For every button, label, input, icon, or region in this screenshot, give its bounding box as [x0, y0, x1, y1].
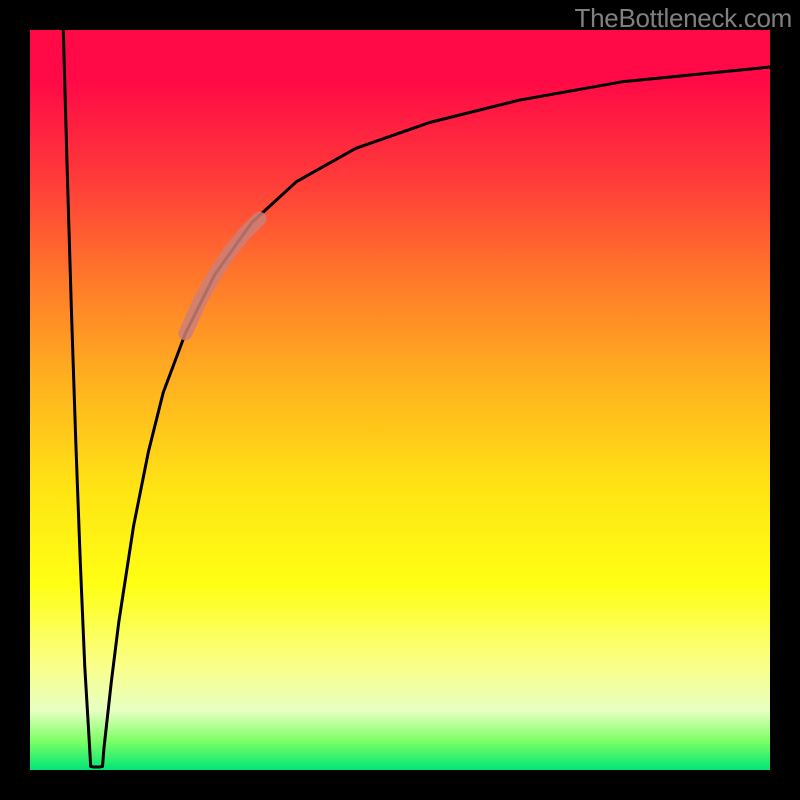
curve-layer [30, 30, 770, 770]
plot-area [30, 30, 770, 770]
asymptote-curve-path [103, 67, 770, 766]
left-branch-path [63, 30, 90, 766]
valley-floor-path [91, 766, 103, 767]
highlight-segment-path [185, 219, 259, 334]
chart-frame: TheBottleneck.com [0, 0, 800, 800]
